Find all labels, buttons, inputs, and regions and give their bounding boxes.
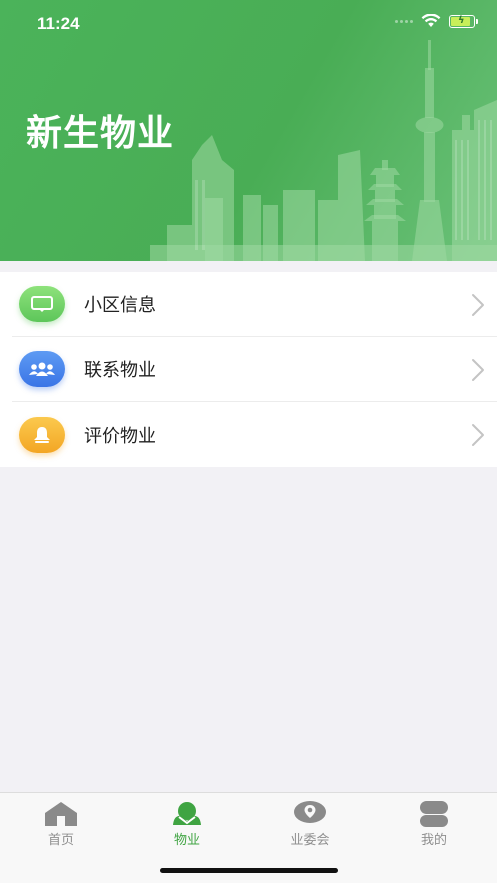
location-icon: [294, 801, 326, 823]
menu-item-contact-property[interactable]: 联系物业: [12, 337, 497, 402]
tab-owners-committee[interactable]: 业委会: [265, 801, 355, 851]
app-screen: 11:24 ϟ 新生物业 小区信息 联系物业 评价物业 首页 物业 业委会 我的: [0, 0, 497, 883]
menu-item-label: 评价物业: [84, 425, 156, 447]
group-icon: [19, 351, 65, 387]
bell-icon: [19, 416, 65, 453]
cellular-signal-icon: [395, 19, 413, 23]
tab-label: 物业: [173, 833, 200, 848]
tab-label: 我的: [420, 833, 447, 848]
chevron-right-icon: [472, 424, 484, 446]
wifi-icon: [421, 14, 441, 27]
battery-icon: ϟ: [449, 14, 478, 28]
message-icon: [19, 286, 65, 322]
menu-item-label: 小区信息: [84, 295, 156, 316]
property-icon: [173, 802, 201, 825]
header-banner: 11:24 ϟ 新生物业: [0, 0, 497, 261]
menu-list: 小区信息 联系物业 评价物业: [0, 272, 497, 467]
profile-icon: [420, 801, 448, 827]
menu-item-community-info[interactable]: 小区信息: [12, 272, 497, 337]
home-icon: [45, 802, 77, 826]
status-bar-time: 11:24: [37, 14, 80, 33]
chevron-right-icon: [472, 359, 484, 381]
tab-home[interactable]: 首页: [16, 801, 106, 851]
page-title: 新生物业: [26, 113, 175, 154]
status-bar-icons: ϟ: [395, 14, 478, 28]
city-skyline-illustration: [150, 40, 497, 261]
tab-label: 首页: [47, 833, 74, 848]
tab-label: 业委会: [290, 833, 330, 848]
menu-item-label: 联系物业: [84, 360, 156, 381]
tab-profile[interactable]: 我的: [389, 801, 479, 851]
tab-property[interactable]: 物业: [142, 801, 232, 851]
home-indicator[interactable]: [160, 868, 338, 873]
chevron-right-icon: [472, 294, 484, 316]
menu-item-rate-property[interactable]: 评价物业: [12, 402, 497, 467]
